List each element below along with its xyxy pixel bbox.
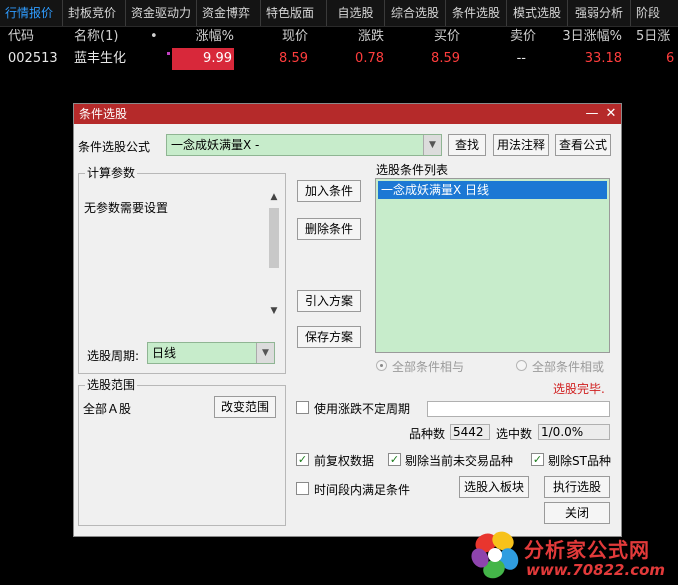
selected-field: 1/0.0% [538, 424, 610, 440]
radio-and[interactable] [376, 360, 387, 371]
period-select[interactable]: 日线 ▼ [147, 342, 275, 364]
count-field: 5442 [450, 424, 490, 440]
uncertain-period-input[interactable] [427, 401, 610, 417]
quote-header: 代码 名称(1) • 涨幅% 现价 涨跌 买价 卖价 3日涨幅% 5日涨 [0, 26, 678, 48]
radio-or[interactable] [516, 360, 527, 371]
uncertain-period-checkbox[interactable] [296, 401, 309, 414]
params-text: 无参数需要设置 [84, 201, 169, 215]
uncertain-period-label: 使用涨跌不定周期 [314, 402, 411, 416]
fq-checkbox[interactable]: ✓ [296, 453, 309, 466]
formula-value: 一念成妖满量X - [171, 138, 260, 152]
menu-fund-driver[interactable]: 资金驱动力 [126, 0, 197, 26]
period-value: 日线 [152, 346, 177, 360]
watermark-logo: 分析家公式网 www.70822.com [466, 526, 678, 585]
radio-or-label: 全部条件相或 [532, 360, 605, 374]
count-label: 品种数 [409, 427, 446, 441]
row-pct5d: 6 [666, 51, 675, 66]
menu-strength-analysis[interactable]: 强弱分析 [568, 0, 631, 26]
col-change[interactable]: 涨跌 [322, 26, 384, 48]
col-code[interactable]: 代码 [8, 26, 34, 48]
chevron-down-icon[interactable]: ▼ [423, 135, 441, 155]
watermark-url: www.70822.com [526, 561, 666, 579]
change-range-button[interactable]: 改变范围 [214, 396, 276, 418]
row-change: 0.78 [355, 51, 384, 66]
fq-label: 前复权数据 [314, 454, 375, 468]
scroll-thumb[interactable] [269, 208, 279, 268]
menu-limit-bid[interactable]: 封板竞价 [63, 0, 126, 26]
chevron-down-icon[interactable]: ▼ [256, 343, 274, 363]
flower-logo-icon [471, 531, 519, 579]
range-title: 选股范围 [85, 378, 138, 392]
condition-list[interactable]: 一念成妖满量X 日线 [375, 178, 610, 353]
formula-label: 条件选股公式 [78, 140, 151, 154]
scroll-up-icon[interactable]: ▲ [267, 191, 281, 203]
execute-pick-button[interactable]: 执行选股 [544, 476, 610, 498]
menu-pattern-pick[interactable]: 模式选股 [507, 0, 568, 26]
menu-fund-game[interactable]: 资金博弈 [197, 0, 261, 26]
row-pct3d: 33.18 [584, 51, 622, 66]
dialog-title: 条件选股 [79, 107, 128, 121]
selected-label: 选中数 [496, 427, 533, 441]
row-bid: 8.59 [431, 51, 460, 66]
find-button[interactable]: 查找 [448, 134, 486, 156]
menu-quote[interactable]: 行情报价 [0, 0, 63, 26]
menu-composite-pick[interactable]: 综合选股 [385, 0, 446, 26]
add-condition-button[interactable]: 加入条件 [297, 180, 361, 202]
top-menu-bar: 行情报价 封板竞价 资金驱动力 资金博弈 特色版面 自选股 综合选股 条件选股 … [0, 0, 678, 27]
row-price: 8.59 [279, 51, 308, 66]
minimize-icon[interactable]: — [583, 104, 601, 124]
col-pct5d[interactable]: 5日涨 [636, 26, 670, 48]
col-name[interactable]: 名称(1) [74, 26, 118, 48]
row-ask: -- [516, 51, 526, 66]
radio-and-label: 全部条件相与 [392, 360, 465, 374]
col-dot: • [150, 29, 158, 44]
time-period-checkbox[interactable] [296, 482, 309, 495]
col-bid[interactable]: 买价 [398, 26, 460, 48]
menu-special-layout[interactable]: 特色版面 [261, 0, 327, 26]
exclude-st-label: 剔除ST品种 [548, 454, 611, 468]
dialog-titlebar[interactable]: 条件选股 — ✕ [74, 104, 621, 124]
menu-stage[interactable]: 阶段 [631, 0, 671, 26]
exclude-st-checkbox[interactable]: ✓ [531, 453, 544, 466]
range-group: 选股范围 全部Ａ股 改变范围 [78, 378, 286, 526]
view-formula-button[interactable]: 查看公式 [555, 134, 611, 156]
menu-watchlist[interactable]: 自选股 [327, 0, 385, 26]
condition-list-title: 选股条件列表 [376, 163, 449, 177]
row-pct: 9.99 [172, 48, 234, 70]
scroll-down-icon[interactable]: ▼ [267, 305, 281, 317]
row-name: 蓝丰生化 [74, 51, 127, 66]
params-group: 计算参数 无参数需要设置 ▲ ▼ 选股周期: 日线 ▼ [78, 166, 286, 374]
delete-condition-button[interactable]: 删除条件 [297, 218, 361, 240]
col-ask[interactable]: 卖价 [474, 26, 536, 48]
period-label: 选股周期: [87, 349, 140, 363]
table-row[interactable]: 002513 蓝丰生化 9.99 8.59 0.78 8.59 -- 33.18… [0, 48, 678, 70]
exclude-untraded-checkbox[interactable]: ✓ [388, 453, 401, 466]
formula-select[interactable]: 一念成妖满量X - ▼ [166, 134, 442, 156]
col-price[interactable]: 现价 [248, 26, 308, 48]
condition-pick-dialog: 条件选股 — ✕ 条件选股公式 一念成妖满量X - ▼ 查找 用法注释 查看公式… [73, 103, 622, 537]
range-value: 全部Ａ股 [83, 402, 132, 416]
list-item[interactable]: 一念成妖满量X 日线 [378, 181, 607, 199]
watermark-text: 分析家公式网 [524, 538, 650, 562]
row-code: 002513 [8, 51, 58, 66]
time-period-label: 时间段内满足条件 [314, 483, 411, 497]
usage-notes-button[interactable]: 用法注释 [493, 134, 549, 156]
save-scheme-button[interactable]: 保存方案 [297, 326, 361, 348]
col-pct3d[interactable]: 3日涨幅% [544, 26, 622, 48]
menu-condition-pick[interactable]: 条件选股 [446, 0, 507, 26]
to-block-button[interactable]: 选股入板块 [459, 476, 529, 498]
close-icon[interactable]: ✕ [602, 104, 620, 124]
close-button[interactable]: 关闭 [544, 502, 610, 524]
params-title: 计算参数 [85, 166, 138, 180]
col-pct[interactable]: 涨幅% [172, 26, 234, 48]
import-scheme-button[interactable]: 引入方案 [297, 290, 361, 312]
flag-marker [167, 52, 170, 55]
exclude-untraded-label: 剔除当前未交易品种 [405, 454, 514, 468]
params-scrollbar[interactable]: ▲ ▼ [267, 191, 281, 317]
status-text: 选股完毕. [553, 382, 605, 396]
